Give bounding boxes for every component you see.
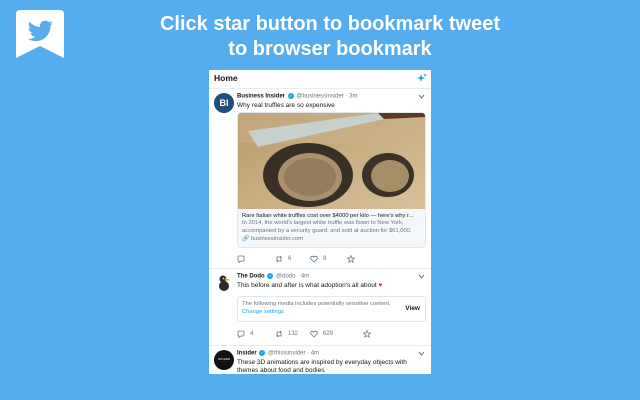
author-handle[interactable]: @thisisinsider — [268, 351, 305, 357]
star-icon — [347, 255, 355, 263]
avatar[interactable] — [214, 273, 234, 293]
tweet-meta: The Dodo ✓ @dodo · 4m — [237, 273, 310, 280]
change-settings-link[interactable]: Change settings — [242, 309, 284, 315]
like-button[interactable]: 629 — [310, 330, 333, 338]
panel-header: Home — [209, 70, 431, 89]
tweet-text-content: This before and after is what adoption's… — [237, 282, 377, 289]
headline-line-2: to browser bookmark — [228, 38, 432, 60]
link-card[interactable]: Rare Italian white truffles cost over $4… — [237, 112, 426, 248]
sparkle-icon[interactable] — [417, 73, 427, 83]
like-button[interactable]: 8 — [310, 255, 326, 263]
bookmark-star-button[interactable] — [347, 255, 355, 263]
retweet-icon — [276, 255, 282, 263]
avatar[interactable]: INSIDER — [214, 350, 234, 370]
verified-icon: ✓ — [287, 93, 294, 99]
author-name[interactable]: Business Insider — [237, 94, 285, 100]
extension-logo-icon — [16, 10, 64, 58]
author-name[interactable]: Insider — [237, 351, 257, 357]
page-title: Home — [214, 73, 238, 83]
verified-icon: ✓ — [259, 350, 266, 356]
tweet-time[interactable]: 3m — [349, 94, 357, 100]
heart-icon — [310, 330, 318, 338]
retweet-button[interactable]: 6 — [275, 255, 291, 263]
tweet-text: These 3D animations are inspired by ever… — [237, 359, 407, 374]
like-count: 8 — [323, 256, 327, 262]
headline: Click star button to bookmark tweet to b… — [150, 12, 510, 62]
avatar[interactable]: BI — [214, 93, 234, 113]
star-icon — [363, 330, 371, 338]
heart-emoji-icon: ♥ — [378, 282, 383, 289]
sensitive-message: The following media includes potentially… — [242, 301, 391, 307]
tweet-meta: Insider ✓ @thisisinsider · 4m — [237, 350, 320, 357]
chevron-down-icon[interactable] — [418, 274, 425, 279]
sensitive-media-notice: The following media includes potentially… — [237, 296, 426, 322]
verified-icon: ✓ — [267, 273, 274, 279]
reply-icon — [237, 330, 245, 338]
tweet-meta: Business Insider ✓ @businessinsider · 3m — [237, 93, 358, 100]
tweet-text: Why real truffles are so expensive — [237, 102, 335, 109]
reply-button[interactable]: 4 — [237, 330, 253, 338]
author-name[interactable]: The Dodo — [237, 274, 265, 280]
bookmark-star-button[interactable] — [363, 330, 371, 338]
card-description: In 2014, the world's largest white truff… — [242, 220, 412, 234]
chevron-down-icon[interactable] — [418, 94, 425, 99]
retweet-count: 132 — [288, 331, 299, 337]
chevron-down-icon[interactable] — [418, 351, 425, 356]
view-button[interactable]: View — [405, 305, 420, 312]
tweet-the-dodo[interactable]: The Dodo ✓ @dodo · 4m This before and af… — [209, 269, 431, 346]
tweet-text: This before and after is what adoption's… — [237, 282, 425, 290]
headline-line-1: Click star button to bookmark tweet — [159, 13, 501, 35]
truffle-photo — [238, 113, 425, 209]
tweet-time[interactable]: 4m — [311, 351, 319, 357]
card-title: Rare Italian white truffles cost over $4… — [242, 213, 414, 219]
reply-icon — [237, 255, 245, 263]
author-handle[interactable]: @businessinsider — [296, 94, 343, 100]
card-body: Rare Italian white truffles cost over $4… — [238, 209, 425, 247]
author-handle[interactable]: @dodo — [276, 274, 295, 280]
tweet-time[interactable]: 4m — [301, 274, 309, 280]
tweet-actions: 6 8 — [237, 255, 387, 265]
retweet-button[interactable]: 132 — [275, 330, 298, 338]
avatar-text: BI — [219, 98, 229, 108]
dodo-bird-icon — [219, 275, 230, 291]
reply-count: 4 — [250, 331, 254, 337]
card-link: 🔗 businessinsider.com — [242, 236, 304, 242]
tweet-insider[interactable]: INSIDER Insider ✓ @thisisinsider · 4m Th… — [209, 346, 431, 374]
twitter-home-panel: Home BI Business Insider ✓ @businessinsi… — [209, 70, 431, 374]
tweet-business-insider[interactable]: BI Business Insider ✓ @businessinsider ·… — [209, 89, 431, 269]
reply-button[interactable] — [237, 255, 250, 263]
sensitive-text: The following media includes potentially… — [242, 301, 392, 316]
retweet-icon — [276, 330, 282, 338]
tweet-actions: 4 132 629 — [237, 330, 387, 340]
retweet-count: 6 — [288, 256, 292, 262]
heart-icon — [310, 255, 318, 263]
card-link-text: businessinsider.com — [250, 236, 304, 242]
avatar-text: INSIDER — [217, 358, 231, 361]
like-count: 629 — [323, 331, 334, 337]
